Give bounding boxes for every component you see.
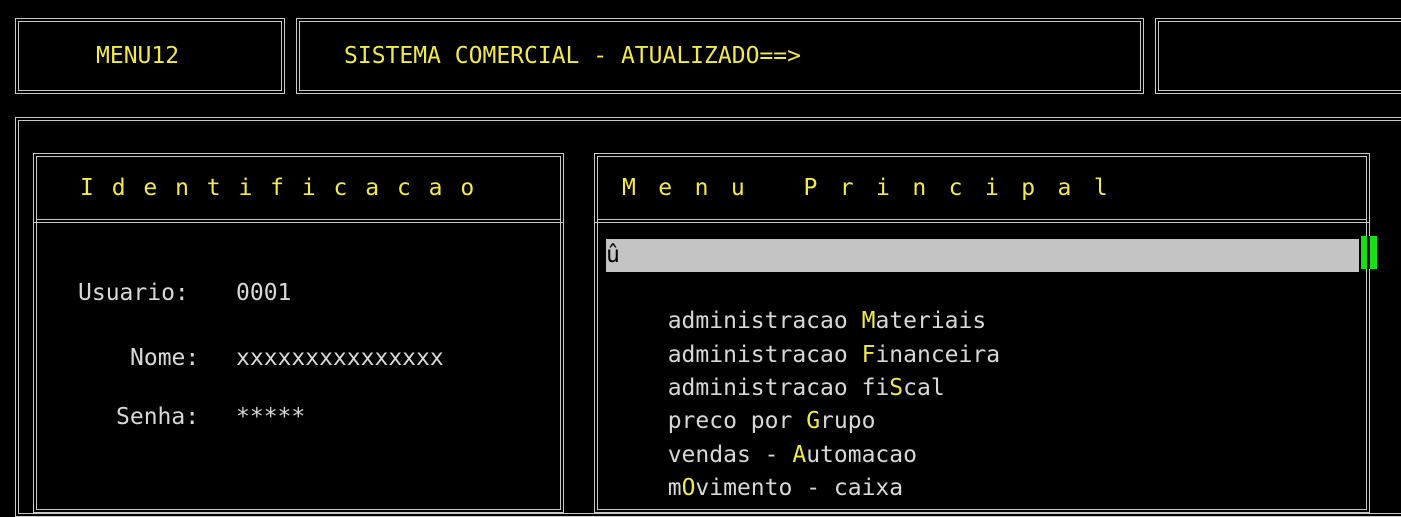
menu-item-hotkey: S [889, 375, 904, 401]
status-box [1155, 18, 1401, 94]
menu-item-cadastros-basicos[interactable]: Cadastros basicos [640, 239, 903, 301]
menu-item-label: m [667, 475, 682, 501]
menu-item-label-rest: vimento - caixa [695, 475, 904, 501]
menu-item-administracao-financeira[interactable]: administracao Financeira [640, 306, 1000, 368]
menu-item-administracao-fiscal[interactable]: administracao fiScal [640, 339, 945, 401]
user-value[interactable]: 0001 [236, 277, 291, 310]
menu-item-preco-por-grupo[interactable]: preco por Grupo [640, 372, 876, 434]
menu-item-label-rest: cal [903, 375, 945, 401]
identification-title: I d e n t i f i c a c a o [80, 175, 477, 201]
program-name: MENU12 [96, 43, 180, 69]
user-label: Usuario: [78, 280, 189, 306]
menu-item-hotkey: O [681, 475, 696, 501]
password-label: Senha: [116, 404, 200, 430]
menu-item-vendas-automacao[interactable]: vendas - Automacao [640, 406, 917, 468]
password-value[interactable]: ***** [236, 401, 305, 434]
system-title: SISTEMA COMERCIAL - ATUALIZADO==> [344, 43, 801, 69]
menu-item-movimento-caixa[interactable]: mOvimento - caixa [640, 439, 903, 501]
name-label: Nome: [130, 345, 200, 371]
menu-item-administracao-materiais[interactable]: administracao Materiais [640, 272, 987, 334]
cursor-indicator [1361, 236, 1377, 269]
selected-marker: û [606, 242, 620, 268]
name-value: xxxxxxxxxxxxxxx [236, 345, 444, 371]
main-menu-title: M e n u P r i n c i p a l [622, 175, 1112, 201]
